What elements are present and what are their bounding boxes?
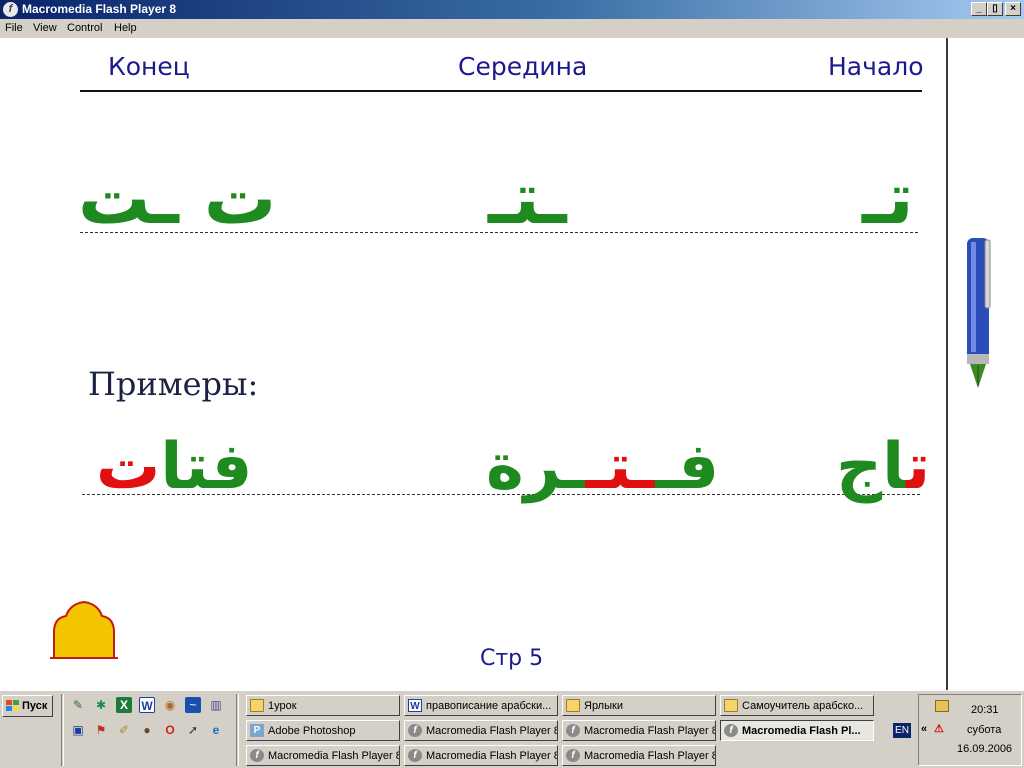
window-title: Macromedia Flash Player 8 <box>22 2 177 16</box>
menu-control[interactable]: Control <box>67 22 102 34</box>
minimize-button[interactable]: _ <box>971 2 987 16</box>
start-label: Пуск <box>22 700 48 712</box>
chart-icon[interactable]: ~ <box>185 697 201 713</box>
header-middle: Середина <box>458 52 588 81</box>
word-icon: W <box>408 699 422 712</box>
flash-icon: f <box>250 749 264 762</box>
example-right-green: اج <box>836 430 907 504</box>
letter-form-middle: ـتـ <box>488 156 567 240</box>
folder-icon <box>724 699 738 712</box>
menu-help[interactable]: Help <box>114 22 137 34</box>
flash-icon: f <box>566 724 580 737</box>
stage-divider <box>946 38 948 690</box>
taskbar-button[interactable]: Самоучитель арабско... <box>720 695 874 716</box>
example-middle-red: ـتـ <box>585 430 656 504</box>
taskbar-button[interactable]: Ярлыки <box>562 695 716 716</box>
opera-icon[interactable]: O <box>162 722 178 738</box>
acrobat-icon[interactable]: ⚠ <box>934 722 944 735</box>
taskbar-button-label: правописание арабски... <box>426 700 552 712</box>
tray-expand-icon[interactable]: « <box>921 723 927 735</box>
examples-label: Примеры: <box>88 365 259 403</box>
folder-icon <box>566 699 580 712</box>
mosque-arch-icon[interactable] <box>50 600 118 660</box>
letter-form-start: تـ <box>862 156 914 240</box>
taskbar-button[interactable]: f Macromedia Flash Player 8 <box>404 745 558 766</box>
explorer-icon[interactable]: ◉ <box>162 697 178 713</box>
taskbar-button-label: Macromedia Flash Player 8 <box>268 750 400 762</box>
excel-icon[interactable]: X <box>116 697 132 713</box>
pen-icon[interactable] <box>964 234 994 394</box>
example-left-red: ت <box>96 430 161 504</box>
example-middle-green-a: فـ <box>655 430 720 504</box>
ie-icon[interactable]: e <box>208 722 224 738</box>
taskbar-button-active[interactable]: f Macromedia Flash Pl... <box>720 720 874 741</box>
cursor-icon[interactable]: ➚ <box>185 722 201 738</box>
taskbar-button-label: Ярлыки <box>584 700 623 712</box>
taskbar-button[interactable]: f Macromedia Flash Player 8 <box>562 720 716 741</box>
taskbar-separator <box>61 694 64 766</box>
example-left-green: فتا <box>160 430 253 504</box>
menu-bar: File View Control Help <box>0 19 1024 38</box>
taskbar-button[interactable]: f Macromedia Flash Player 8 <box>246 745 400 766</box>
system-tray: « ⚠ 20:31 субота 16.09.2006 <box>918 694 1022 766</box>
window-title-bar[interactable]: f Macromedia Flash Player 8 _ ▯ × <box>0 0 1024 19</box>
brush-icon[interactable]: ✐ <box>116 722 132 738</box>
folder-icon <box>250 699 264 712</box>
flash-player-icon[interactable]: f <box>3 2 18 17</box>
letter-form-end: ت ـت <box>78 156 277 240</box>
menu-view[interactable]: View <box>33 22 57 34</box>
floppy-icon[interactable]: ▣ <box>70 722 86 738</box>
taskbar-button[interactable]: 1урок <box>246 695 400 716</box>
tray-app-icon[interactable] <box>935 700 949 712</box>
calculator-icon[interactable]: ▥ <box>208 697 224 713</box>
taskbar-separator <box>236 694 239 766</box>
clock-day: субота <box>967 724 1002 736</box>
menu-file[interactable]: File <box>5 22 23 34</box>
example-word-left: فتات <box>96 430 252 504</box>
language-indicator[interactable]: EN <box>893 723 911 738</box>
clock-time: 20:31 <box>971 704 999 716</box>
taskbar: Пуск ✎ ✱ X W ◉ ~ ▥ ▣ ⚑ ✐ ● O ➚ e 1урок W… <box>0 690 1024 768</box>
taskbar-button-label: Macromedia Flash Player 8 <box>584 725 716 737</box>
star-icon[interactable]: ✱ <box>93 697 109 713</box>
taskbar-button-label: Macromedia Flash Player 8 <box>426 725 558 737</box>
maximize-button[interactable]: ▯ <box>987 2 1003 16</box>
flash-stage[interactable]: Конец Середина Начало ت ـت ـتـ تـ Пример… <box>0 38 1024 690</box>
header-start: Начало <box>828 52 924 81</box>
page-number: Стр 5 <box>480 646 544 671</box>
taskbar-button-label: Самоучитель арабско... <box>742 700 864 712</box>
taskbar-button[interactable]: f Macromedia Flash Player 8 <box>562 745 716 766</box>
taskbar-button-label: Adobe Photoshop <box>268 725 356 737</box>
start-button[interactable]: Пуск <box>2 695 53 717</box>
pen-icon[interactable]: ✎ <box>70 697 86 713</box>
flash-icon: f <box>724 724 738 737</box>
example-right-red: ت <box>906 430 931 504</box>
taskbar-button[interactable]: Wправописание арабски... <box>404 695 558 716</box>
example-word-right: تاج <box>836 430 930 504</box>
example-word-middle: فــتــرة <box>486 430 719 504</box>
flash-icon: f <box>566 749 580 762</box>
taskbar-button-label: Macromedia Flash Player 8 <box>584 750 716 762</box>
photoshop-icon: P <box>250 724 264 737</box>
taskbar-button[interactable]: f Macromedia Flash Player 8 <box>404 720 558 741</box>
close-button[interactable]: × <box>1005 2 1021 16</box>
header-rule <box>80 90 922 92</box>
flash-icon: f <box>408 749 422 762</box>
taskbar-button[interactable]: P Adobe Photoshop <box>246 720 400 741</box>
clock-date: 16.09.2006 <box>957 743 1013 755</box>
ball-icon[interactable]: ● <box>139 722 155 738</box>
pdf-icon[interactable]: ⚑ <box>93 722 109 738</box>
taskbar-button-label: Macromedia Flash Pl... <box>742 725 861 737</box>
windows-flag-icon <box>6 700 19 711</box>
taskbar-button-label: Macromedia Flash Player 8 <box>426 750 558 762</box>
header-end: Конец <box>108 52 190 81</box>
flash-icon: f <box>408 724 422 737</box>
word-icon[interactable]: W <box>139 697 155 713</box>
taskbar-button-label: 1урок <box>268 700 297 712</box>
example-middle-green-b: ـرة <box>486 430 586 504</box>
